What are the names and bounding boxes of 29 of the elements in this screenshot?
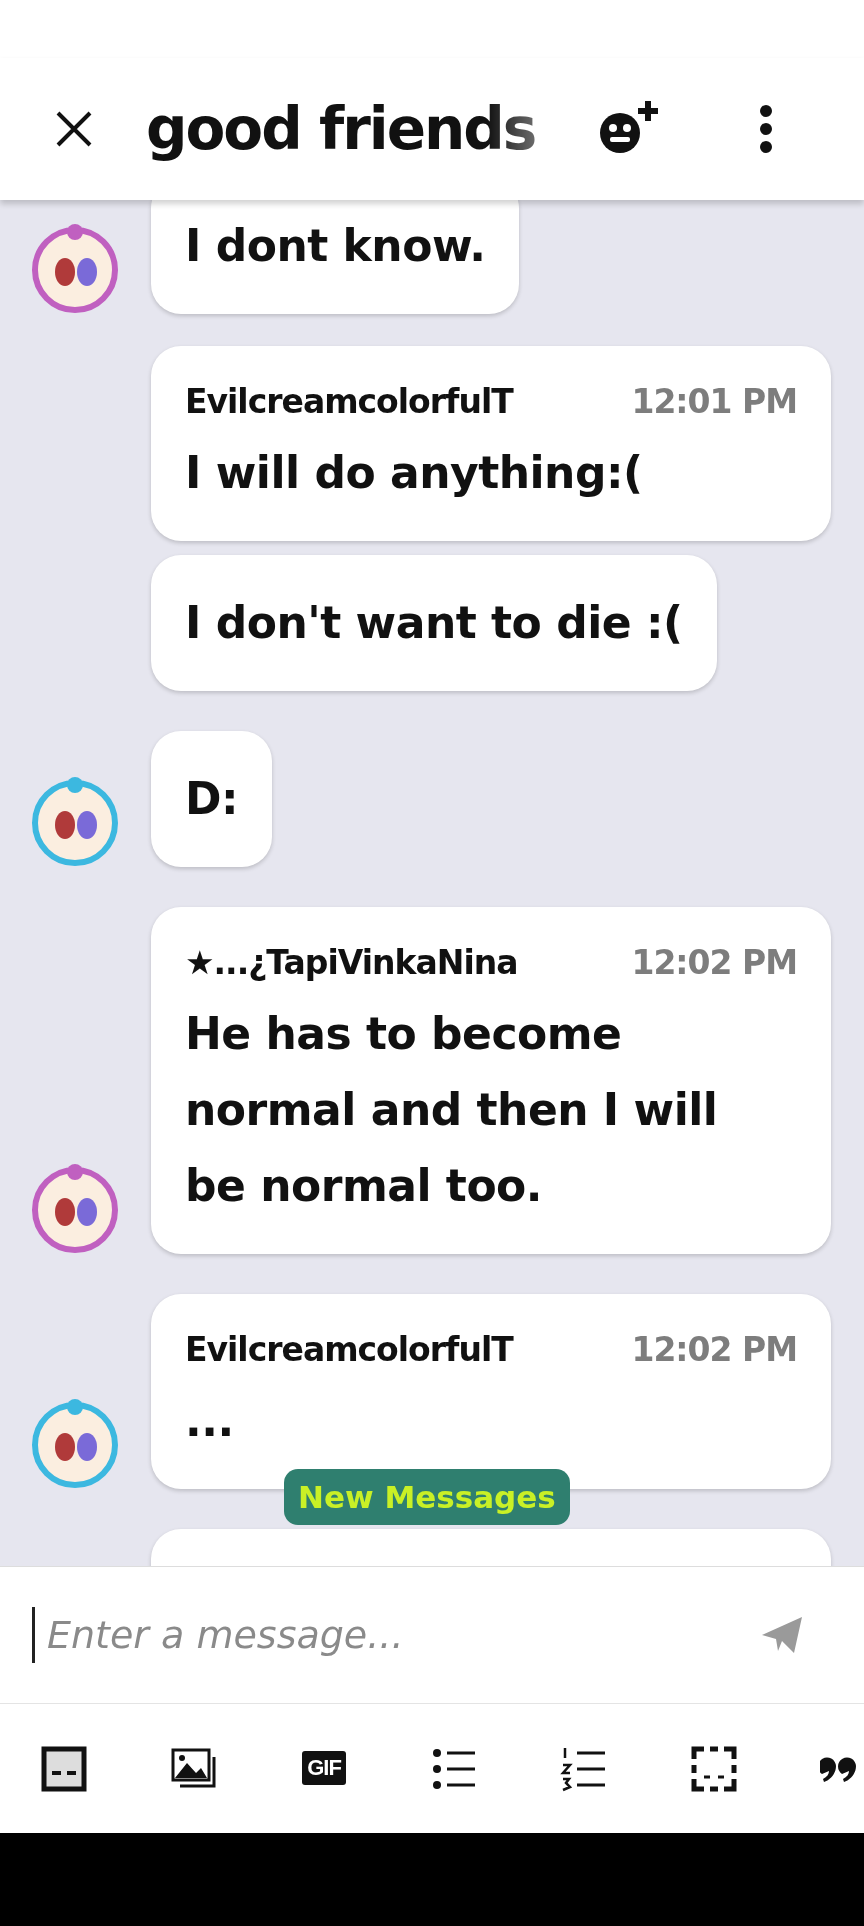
avatar[interactable] bbox=[29, 1397, 121, 1489]
text-cursor bbox=[32, 1607, 35, 1663]
message-time: 12:01 PM bbox=[631, 382, 797, 421]
frame-icon bbox=[690, 1744, 738, 1793]
avatar[interactable] bbox=[29, 222, 121, 314]
new-messages-badge[interactable]: New Messages bbox=[284, 1469, 570, 1525]
gif-button[interactable]: GIF bbox=[300, 1744, 348, 1793]
message-text: He has to become normal and then I will be normal too. bbox=[185, 1007, 719, 1213]
avatar[interactable] bbox=[29, 1162, 121, 1254]
sticker-button[interactable] bbox=[40, 1744, 88, 1793]
message-text: I will do anything:( bbox=[185, 446, 644, 500]
author-name: ★...¿TapiVinkaNina bbox=[185, 943, 519, 982]
author-name: EvilcreamcolorfulT bbox=[185, 382, 515, 421]
more-icon bbox=[758, 105, 774, 153]
message-time: 12:02 PM bbox=[631, 1330, 797, 1369]
message-text: D: bbox=[185, 772, 239, 826]
sticker-icon bbox=[40, 1744, 88, 1793]
message-text: I don't want to die :( bbox=[185, 596, 683, 650]
message-text: ... bbox=[185, 1394, 235, 1448]
send-button[interactable] bbox=[760, 1615, 804, 1655]
message-input[interactable]: Enter a message... bbox=[45, 1612, 760, 1658]
author-name: EvilcreamcolorfulT bbox=[185, 1330, 515, 1369]
message-text: I dont know. bbox=[185, 219, 486, 273]
send-icon bbox=[760, 1615, 804, 1655]
message-time: 12:02 PM bbox=[631, 943, 797, 982]
chat-title: good friends bbox=[145, 95, 537, 163]
close-icon bbox=[54, 109, 94, 149]
avatar[interactable] bbox=[29, 775, 121, 867]
frame-button[interactable] bbox=[690, 1744, 738, 1793]
